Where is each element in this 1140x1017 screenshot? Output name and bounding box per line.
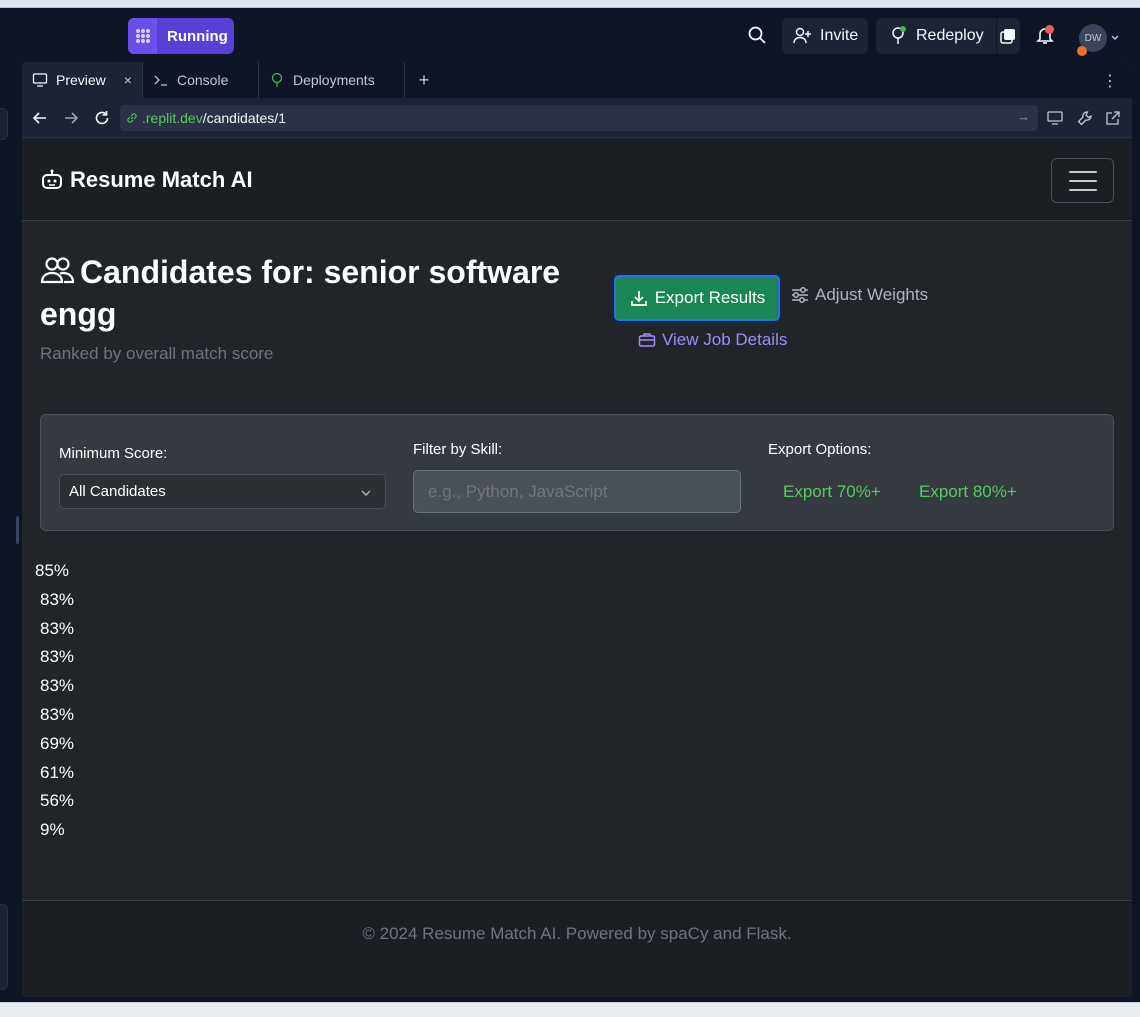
avatar-initials: DW [1084,32,1102,44]
export-80-link[interactable]: Export 80%+ [919,482,1017,502]
wrench-icon[interactable] [1076,109,1094,127]
download-icon [630,291,647,306]
list-item: 9% [40,820,65,839]
back-arrow-icon[interactable] [31,109,49,127]
tab-label: Console [176,72,229,88]
export-options-label: Export Options: [768,441,872,458]
url-host: .replit.dev [142,110,203,126]
page-title-text: Candidates for: senior software engg [40,254,561,332]
terminal-icon [154,75,167,86]
skill-filter-input[interactable] [413,470,741,513]
adjust-weights-label: Adjust Weights [815,285,929,304]
list-item: 61% [40,763,75,782]
sidebar-panel-edge [0,108,8,140]
list-item: 83% [40,619,75,638]
skill-filter-label: Filter by Skill: [413,441,503,458]
list-item: 83% [40,705,75,724]
chevron-down-icon [361,490,371,496]
os-taskbar [0,1002,1140,1017]
hamburger-line [1068,188,1097,191]
list-item: 69% [40,734,75,753]
tab-deployments[interactable]: Deployments [259,62,405,98]
run-button[interactable]: Running [128,18,234,54]
url-input[interactable]: .replit.dev/candidates/1 → [120,105,1038,131]
view-job-details-label: View Job Details [662,330,788,349]
redeploy-group: Redeploy [876,18,1020,54]
deployments-icon [271,72,283,87]
add-user-icon [793,27,811,44]
reload-icon[interactable] [93,109,111,127]
tab-console[interactable]: Console [143,62,259,98]
hamburger-line [1068,179,1097,182]
people-icon [40,257,75,284]
deployment-copy-button[interactable] [997,28,1020,44]
url-path: /candidates/1 [202,110,286,126]
list-item: 83% [40,676,75,695]
deploy-icon [892,26,906,44]
avatar-badge [1077,46,1087,56]
resize-handle[interactable] [16,516,19,544]
redeploy-label: Redeploy [916,27,984,44]
tab-preview[interactable]: Preview × [22,62,143,98]
notification-dot [1045,25,1054,34]
right-edge [1132,62,1140,1002]
min-score-label: Minimum Score: [59,445,168,462]
copy-icon [1000,29,1016,44]
sliders-icon [792,287,808,303]
invite-button[interactable]: Invite [782,18,869,54]
invite-label: Invite [820,27,859,44]
replit-logo-icon [128,18,157,54]
devices-icon[interactable] [1046,109,1064,127]
list-item: 83% [40,647,75,666]
go-arrow-icon[interactable]: → [1017,109,1030,124]
tab-label: Preview [56,72,106,88]
add-tab-button[interactable]: + [405,62,443,98]
list-item: 56% [40,791,75,810]
tab-label: Deployments [292,72,375,88]
brand-link[interactable]: Resume Match AI [40,167,253,193]
forward-arrow-icon[interactable] [62,109,80,127]
list-item: 85% [35,561,70,580]
min-score-value: All Candidates [69,483,166,500]
close-icon[interactable]: × [124,72,132,88]
min-score-select[interactable]: All Candidates [59,474,386,509]
left-sidebar [0,62,22,1002]
os-window-edge [0,0,1140,8]
app-footer: © 2024 Resume Match AI. Powered by spaCy… [22,900,1132,966]
robot-icon [42,169,62,189]
footer-text: © 2024 Resume Match AI. Powered by spaCy… [362,923,792,943]
page-subtitle: Ranked by overall match score [40,344,274,363]
monitor-icon [32,73,48,87]
list-item: 83% [40,590,75,609]
search-icon[interactable] [746,24,768,46]
sidebar-panel-edge [0,904,8,990]
preview-url-bar: .replit.dev/candidates/1 → [22,98,1132,138]
filters-card: Minimum Score: All Candidates Filter by … [40,414,1114,531]
brand-name: Resume Match AI [70,167,253,192]
pane-tabs: Preview × Console Deployments + ⋮ [22,62,1132,98]
redeploy-button[interactable]: Redeploy [876,18,997,54]
export-70-link[interactable]: Export 70%+ [783,482,881,502]
open-external-icon[interactable] [1104,109,1122,127]
chevron-down-icon[interactable] [1110,33,1120,43]
run-status-label: Running [167,27,228,45]
link-icon [127,113,137,123]
export-results-label: Export Results [654,288,766,307]
webapp-viewport: Resume Match AI Candidates for: senior s… [22,139,1132,997]
hamburger-line [1068,170,1097,173]
briefcase-icon [638,333,656,347]
adjust-weights-button[interactable]: Adjust Weights [790,285,928,305]
navbar-toggle-button[interactable] [1051,158,1114,203]
view-job-details-link[interactable]: View Job Details [638,330,787,350]
replit-topbar: Running Invite Redeploy DW [0,8,1140,62]
preview-pane: Preview × Console Deployments + ⋮ .repli… [22,62,1132,997]
more-options-icon[interactable]: ⋮ [1102,71,1118,91]
app-navbar: Resume Match AI [22,139,1132,221]
app-bottom-area [22,966,1132,997]
export-results-button[interactable]: Export Results [614,275,780,321]
page-title: Candidates for: senior software engg [40,251,580,335]
